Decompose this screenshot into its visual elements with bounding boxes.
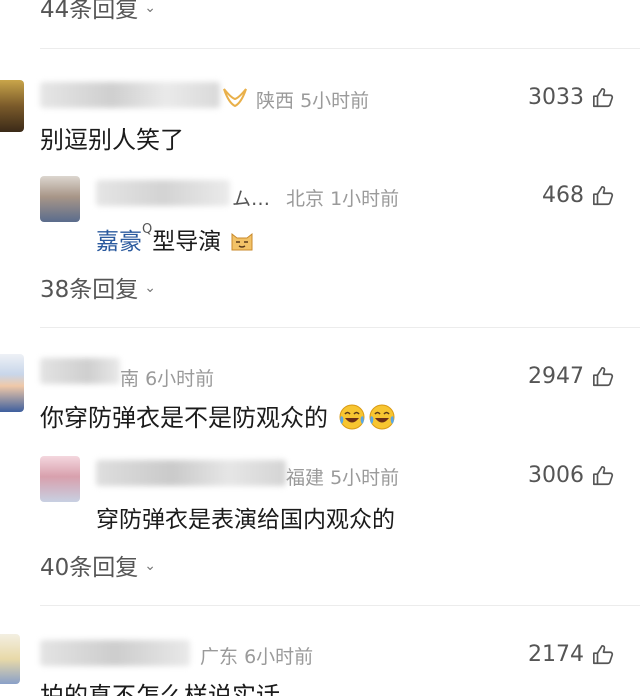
reply-username-blurred[interactable] bbox=[96, 180, 230, 206]
comment-time: 5小时前 bbox=[300, 90, 370, 112]
reply-meta: 福建 5小时前 bbox=[286, 463, 399, 490]
chevron-down-icon: ⌄ bbox=[144, 0, 157, 16]
comment-location: 南 bbox=[120, 368, 140, 390]
like-button[interactable]: 2174 bbox=[528, 642, 614, 667]
divider bbox=[40, 327, 640, 328]
reply-text-highlight[interactable]: 嘉豪 bbox=[96, 229, 142, 255]
reply-text: 穿防弹衣是表演给国内观众的 bbox=[96, 507, 395, 533]
like-button[interactable]: 3033 bbox=[528, 85, 614, 110]
comment-location: 陕西 bbox=[256, 90, 295, 112]
like-count: 2174 bbox=[528, 642, 584, 667]
username-blurred[interactable] bbox=[40, 82, 220, 108]
comment-meta: 南 6小时前 bbox=[120, 364, 214, 391]
cat-face-emoji bbox=[231, 232, 253, 251]
comment-time: 6小时前 bbox=[244, 646, 314, 668]
comment-time: 6小时前 bbox=[145, 368, 215, 390]
thumb-up-icon bbox=[592, 644, 614, 666]
reply-avatar[interactable] bbox=[40, 176, 80, 222]
chevron-down-icon: ⌄ bbox=[144, 558, 157, 574]
reply-like-count: 468 bbox=[542, 183, 584, 208]
comment-text: 别逗别人笑了 bbox=[40, 126, 184, 154]
comment-text: 拍的真不怎么样说实话… bbox=[40, 682, 304, 696]
reply-location: 福建 bbox=[286, 467, 325, 489]
laugh-cry-emoji bbox=[339, 404, 365, 430]
reply-location: 北京 bbox=[286, 188, 325, 210]
laugh-cry-emoji bbox=[369, 404, 395, 430]
reply-text: 嘉豪Q型导演 bbox=[96, 222, 255, 256]
comment-text-body: 你穿防弹衣是不是防观众的 bbox=[40, 404, 328, 432]
thumb-up-icon bbox=[592, 87, 614, 109]
like-count: 3033 bbox=[528, 85, 584, 110]
replies-count-label: 44条回复 bbox=[40, 0, 139, 23]
reply-like-button[interactable]: 468 bbox=[542, 183, 614, 208]
username-blurred[interactable] bbox=[40, 358, 120, 384]
comment-meta: 陕西 5小时前 bbox=[256, 86, 369, 113]
reply-avatar[interactable] bbox=[40, 456, 80, 502]
reply-text-rest: 型导演 bbox=[152, 229, 222, 255]
thumb-up-icon bbox=[592, 465, 614, 487]
search-tag-icon[interactable]: Q bbox=[142, 222, 152, 237]
replies-count-label: 38条回复 bbox=[40, 277, 139, 303]
thumb-up-icon bbox=[592, 185, 614, 207]
reply-like-count: 3006 bbox=[528, 463, 584, 488]
reply-meta: 北京 1小时前 bbox=[286, 184, 399, 211]
chevron-down-icon: ⌄ bbox=[144, 280, 157, 296]
reply-like-button[interactable]: 3006 bbox=[528, 463, 614, 488]
divider bbox=[40, 48, 640, 49]
comment-location: 广东 bbox=[200, 646, 239, 668]
replies-toggle[interactable]: 38条回复 ⌄ bbox=[40, 270, 156, 304]
reply-username-blurred[interactable] bbox=[96, 460, 286, 486]
reply-time: 5小时前 bbox=[330, 467, 400, 489]
replies-count-label: 40条回复 bbox=[40, 555, 139, 581]
top-replies-toggle[interactable]: 44条回复 ⌄ bbox=[40, 0, 156, 24]
avatar[interactable] bbox=[0, 354, 24, 412]
vip-badge-icon bbox=[223, 88, 247, 108]
reply-username-tail[interactable]: ム… bbox=[232, 184, 270, 211]
avatar[interactable] bbox=[0, 634, 20, 684]
reply-time: 1小时前 bbox=[330, 188, 400, 210]
comment-text: 你穿防弹衣是不是防观众的 bbox=[40, 398, 396, 433]
comment-meta: 广东 6小时前 bbox=[200, 642, 313, 669]
divider bbox=[40, 605, 640, 606]
thumb-up-icon bbox=[592, 366, 614, 388]
avatar[interactable] bbox=[0, 80, 24, 132]
like-button[interactable]: 2947 bbox=[528, 364, 614, 389]
username-blurred[interactable] bbox=[40, 640, 190, 666]
replies-toggle[interactable]: 40条回复 ⌄ bbox=[40, 548, 156, 582]
like-count: 2947 bbox=[528, 364, 584, 389]
